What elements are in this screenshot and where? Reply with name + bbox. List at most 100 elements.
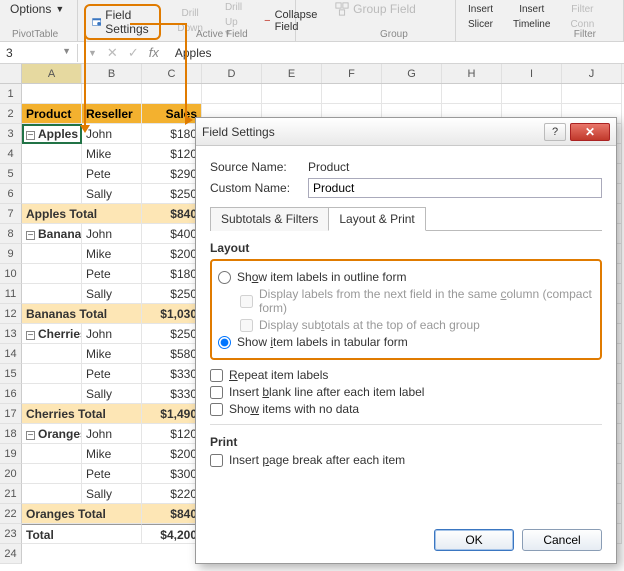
cell[interactable]: Sally <box>82 184 142 204</box>
cell[interactable] <box>202 84 262 104</box>
cell[interactable]: −Apples <box>22 124 82 144</box>
cell[interactable] <box>22 264 82 284</box>
row-header[interactable]: 9 <box>0 244 22 264</box>
cell[interactable]: Mike <box>82 444 142 464</box>
cell[interactable]: Pete <box>82 164 142 184</box>
row-header[interactable]: 4 <box>0 144 22 164</box>
cell[interactable]: John <box>82 124 142 144</box>
cell[interactable] <box>22 284 82 304</box>
radio-tabular-form[interactable]: Show item labels in tabular form <box>218 335 594 349</box>
cell[interactable]: $200 <box>142 444 202 464</box>
cell[interactable]: Sally <box>82 484 142 504</box>
cell[interactable]: $120 <box>142 144 202 164</box>
col-header[interactable]: I <box>502 64 562 83</box>
row-header[interactable]: 8 <box>0 224 22 244</box>
row-header[interactable]: 17 <box>0 404 22 424</box>
row-header[interactable]: 11 <box>0 284 22 304</box>
cell[interactable]: Pete <box>82 364 142 384</box>
row-header[interactable]: 3 <box>0 124 22 144</box>
cell[interactable] <box>22 164 82 184</box>
cell[interactable]: Mike <box>82 244 142 264</box>
cell[interactable] <box>502 84 562 104</box>
cell[interactable] <box>22 344 82 364</box>
cell[interactable] <box>22 184 82 204</box>
cell[interactable]: $290 <box>142 164 202 184</box>
check-repeat-labels[interactable]: Repeat item labels <box>210 368 602 382</box>
dialog-help-button[interactable]: ? <box>544 123 566 141</box>
cell[interactable]: $180 <box>142 124 202 144</box>
cancel-button[interactable]: Cancel <box>522 529 602 551</box>
col-header[interactable]: E <box>262 64 322 83</box>
field-settings-button[interactable]: Field Settings <box>84 4 161 40</box>
row-header[interactable]: 13 <box>0 324 22 344</box>
cell[interactable]: Sally <box>82 384 142 404</box>
row-header[interactable]: 6 <box>0 184 22 204</box>
cell[interactable]: John <box>82 324 142 344</box>
options-button[interactable]: Options ▼ <box>4 0 70 18</box>
fx-icon[interactable]: fx <box>149 45 159 60</box>
check-no-data[interactable]: Show items with no data <box>210 402 602 416</box>
check-blank-line[interactable]: Insert blank line after each item label <box>210 385 602 399</box>
cell[interactable]: John <box>82 424 142 444</box>
tab-layout-print[interactable]: Layout & Print <box>328 207 425 231</box>
row-header[interactable]: 12 <box>0 304 22 324</box>
row-header[interactable]: 19 <box>0 444 22 464</box>
cell[interactable] <box>382 84 442 104</box>
cell[interactable]: Pete <box>82 464 142 484</box>
row-header[interactable]: 7 <box>0 204 22 224</box>
cell[interactable] <box>22 144 82 164</box>
insert-slicer-button[interactable]: InsertSlicer <box>462 2 499 32</box>
check-page-break[interactable]: Insert page break after each item <box>210 453 602 467</box>
name-box[interactable]: 3 ▼ <box>0 44 78 62</box>
cell[interactable]: Product▼ <box>22 104 82 124</box>
cell[interactable] <box>82 84 142 104</box>
cell[interactable]: Oranges Total <box>22 504 142 524</box>
cell[interactable] <box>22 464 82 484</box>
row-header[interactable]: 23 <box>0 524 22 544</box>
cell[interactable]: $840 <box>142 504 202 524</box>
cell[interactable]: $220 <box>142 484 202 504</box>
cell[interactable]: Mike <box>82 344 142 364</box>
cell[interactable] <box>22 384 82 404</box>
row-header[interactable]: 2 <box>0 104 22 124</box>
row-header[interactable]: 24 <box>0 544 22 564</box>
ok-button[interactable]: OK <box>434 529 514 551</box>
cell[interactable]: Reseller▼ <box>82 104 142 124</box>
cell[interactable]: $330 <box>142 364 202 384</box>
cell[interactable]: Sales <box>142 104 202 124</box>
row-header[interactable]: 14 <box>0 344 22 364</box>
cell[interactable]: Total <box>22 524 142 544</box>
cell[interactable]: $200 <box>142 244 202 264</box>
cell[interactable]: $250 <box>142 184 202 204</box>
cell[interactable]: $580 <box>142 344 202 364</box>
row-header[interactable]: 21 <box>0 484 22 504</box>
formula-bar-value[interactable]: Apples <box>175 46 212 60</box>
col-header[interactable]: C <box>142 64 202 83</box>
col-header[interactable]: A <box>22 64 82 83</box>
cell[interactable] <box>22 84 82 104</box>
cell[interactable] <box>322 84 382 104</box>
cell[interactable]: $4,200 <box>142 524 202 544</box>
tab-subtotals-filters[interactable]: Subtotals & Filters <box>210 207 329 231</box>
cell[interactable]: −Bananas <box>22 224 82 244</box>
cell[interactable]: $300 <box>142 464 202 484</box>
cell[interactable]: $1,030 <box>142 304 202 324</box>
col-header[interactable]: G <box>382 64 442 83</box>
cell[interactable]: Cherries Total <box>22 404 142 424</box>
col-header[interactable]: B <box>82 64 142 83</box>
cell[interactable]: $1,490 <box>142 404 202 424</box>
row-header[interactable]: 5 <box>0 164 22 184</box>
cell[interactable]: −Cherries <box>22 324 82 344</box>
cell[interactable]: $330 <box>142 384 202 404</box>
row-header[interactable]: 16 <box>0 384 22 404</box>
cell[interactable] <box>22 244 82 264</box>
radio-outline-form[interactable]: Show item labels in outline form <box>218 270 594 284</box>
cell[interactable]: John <box>82 224 142 244</box>
cell[interactable]: $250 <box>142 284 202 304</box>
row-header[interactable]: 10 <box>0 264 22 284</box>
cell[interactable] <box>142 84 202 104</box>
cell[interactable]: $840 <box>142 204 202 224</box>
cell[interactable]: Sally <box>82 284 142 304</box>
cell[interactable] <box>22 444 82 464</box>
cell[interactable]: $250 <box>142 324 202 344</box>
